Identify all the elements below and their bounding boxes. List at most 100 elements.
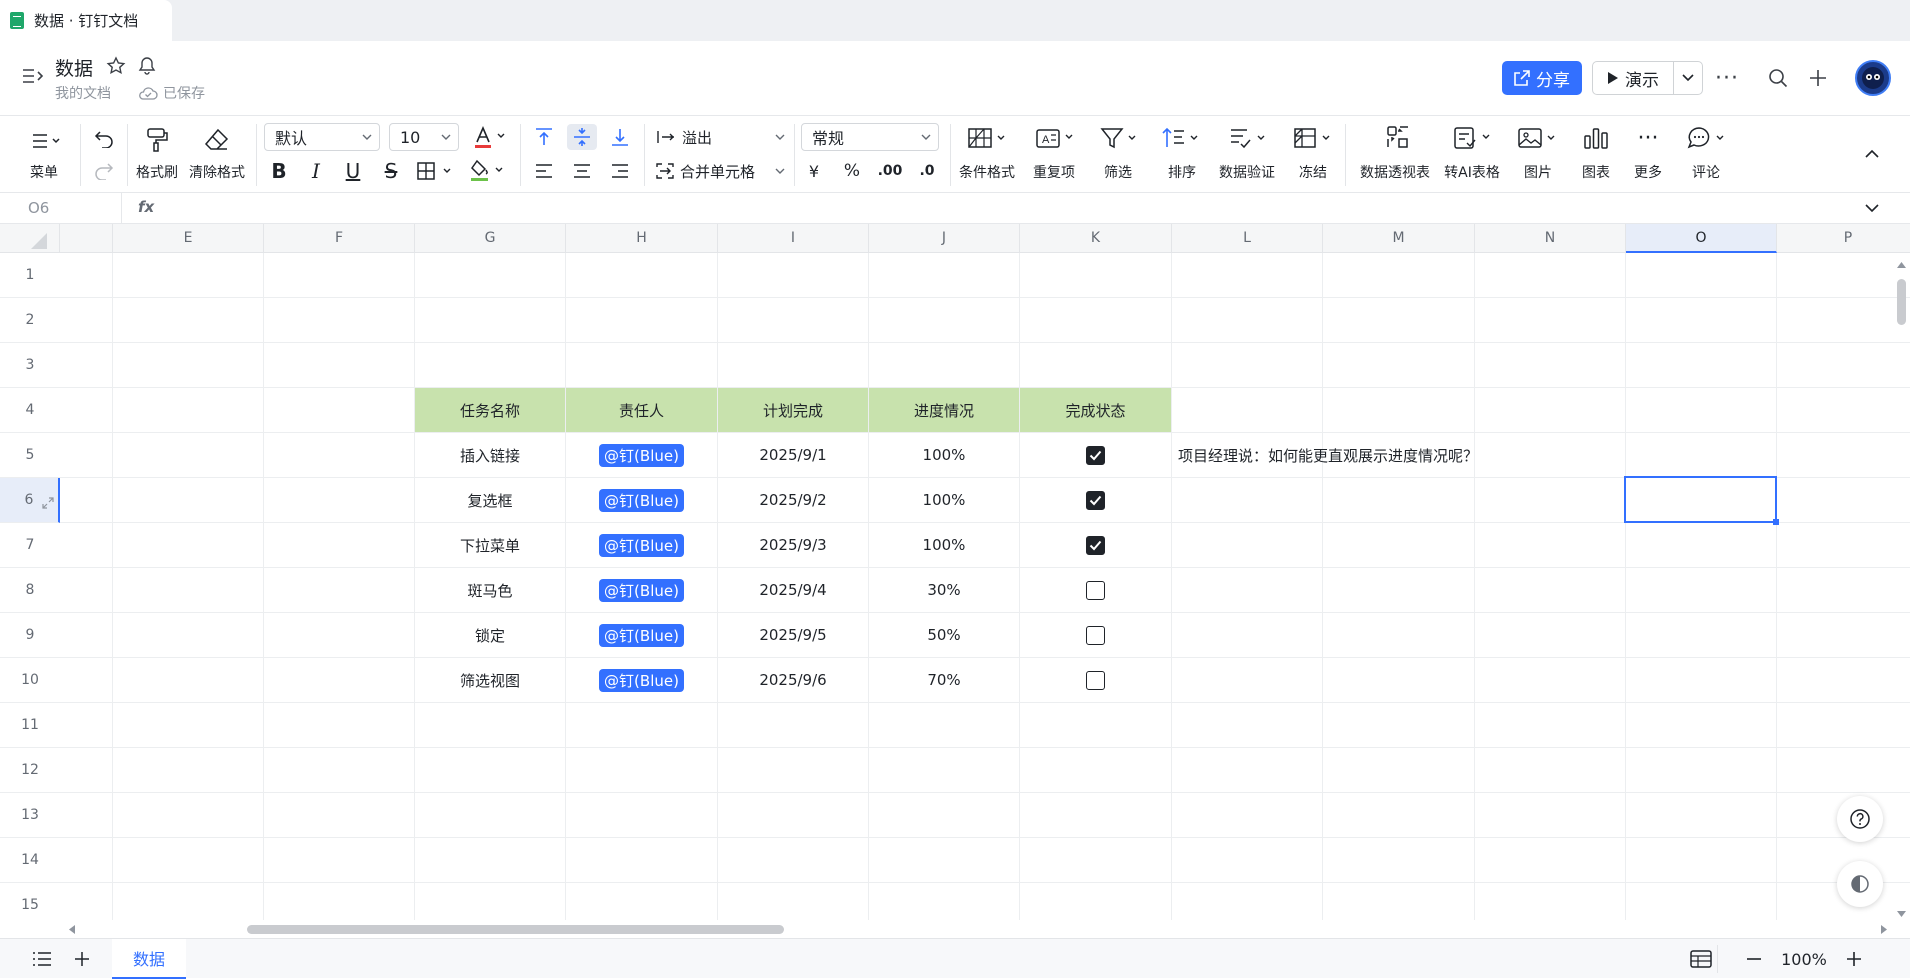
task-name-cell[interactable]: 锁定	[415, 613, 565, 657]
column-header-k[interactable]: K	[1020, 224, 1172, 253]
completion-checkbox[interactable]	[1086, 490, 1105, 510]
format-painter-icon[interactable]	[140, 126, 174, 154]
font-size-select[interactable]: 10	[389, 123, 459, 151]
column-header[interactable]	[60, 224, 113, 253]
more-tools-label[interactable]: 更多	[1628, 162, 1668, 182]
align-center-icon[interactable]	[568, 157, 596, 185]
avatar[interactable]	[1855, 60, 1891, 96]
column-header-m[interactable]: M	[1323, 224, 1475, 253]
row-header-11[interactable]: 11	[0, 703, 60, 748]
owner-cell[interactable]: @钉(Blue)	[566, 433, 717, 477]
bell-icon[interactable]	[135, 54, 159, 78]
add-sheet-icon[interactable]	[68, 947, 96, 971]
table-header-cell[interactable]: 责任人	[566, 388, 717, 432]
status-cell[interactable]	[1020, 478, 1171, 522]
row-header-4[interactable]: 4	[0, 388, 60, 433]
duplicates-label[interactable]: 重复项	[1029, 162, 1079, 182]
sheet-list-icon[interactable]	[28, 947, 56, 971]
italic-button[interactable]: I	[303, 157, 329, 185]
expand-row-icon[interactable]	[42, 494, 54, 513]
image-icon[interactable]	[1516, 124, 1560, 152]
decimal-decrease-button[interactable]: .0	[912, 157, 942, 185]
due-date-cell[interactable]: 2025/9/5	[718, 613, 868, 657]
column-header-n[interactable]: N	[1475, 224, 1626, 253]
freeze-label[interactable]: 冻结	[1293, 162, 1333, 182]
zoom-in-icon[interactable]	[1840, 947, 1868, 971]
row-header-13[interactable]: 13	[0, 793, 60, 838]
progress-cell[interactable]: 70%	[869, 658, 1019, 702]
align-middle-icon[interactable]	[567, 124, 597, 150]
sort-label[interactable]: 排序	[1162, 162, 1202, 182]
freeze-icon[interactable]	[1292, 124, 1336, 152]
fill-color-icon[interactable]	[466, 157, 510, 185]
vertical-scrollbar[interactable]	[1892, 253, 1910, 920]
owner-cell[interactable]: @钉(Blue)	[566, 523, 717, 567]
formula-input[interactable]	[170, 193, 1850, 223]
add-icon[interactable]	[1803, 63, 1833, 93]
row-header-14[interactable]: 14	[0, 838, 60, 883]
select-all-corner[interactable]	[0, 224, 60, 253]
comment-icon[interactable]	[1686, 124, 1730, 152]
row-header-10[interactable]: 10	[0, 658, 60, 703]
completion-checkbox[interactable]	[1086, 580, 1105, 600]
strikethrough-button[interactable]: S	[378, 157, 404, 185]
column-header-l[interactable]: L	[1172, 224, 1323, 253]
bold-button[interactable]: B	[266, 157, 292, 185]
completion-checkbox[interactable]	[1086, 625, 1105, 645]
conditional-format-label[interactable]: 条件格式	[955, 162, 1019, 182]
column-header-o[interactable]: O	[1626, 224, 1777, 253]
row-header-9[interactable]: 9	[0, 613, 60, 658]
chart-label[interactable]: 图表	[1576, 162, 1616, 182]
due-date-cell[interactable]: 2025/9/4	[718, 568, 868, 612]
mention-chip[interactable]: @钉(Blue)	[599, 443, 684, 467]
table-header-cell[interactable]: 计划完成	[718, 388, 868, 432]
progress-cell[interactable]: 50%	[869, 613, 1019, 657]
owner-cell[interactable]: @钉(Blue)	[566, 613, 717, 657]
share-button[interactable]: 分享	[1502, 61, 1582, 95]
align-top-icon[interactable]	[530, 124, 558, 150]
status-cell[interactable]	[1020, 613, 1171, 657]
mention-chip[interactable]: @钉(Blue)	[599, 578, 684, 602]
zoom-out-icon[interactable]	[1740, 947, 1768, 971]
due-date-cell[interactable]: 2025/9/1	[718, 433, 868, 477]
horizontal-scrollbar[interactable]	[60, 920, 1892, 938]
menu-icon[interactable]	[26, 128, 66, 154]
table-header-cell[interactable]: 完成状态	[1020, 388, 1171, 432]
mention-chip[interactable]: @钉(Blue)	[599, 623, 684, 647]
image-label[interactable]: 图片	[1518, 162, 1558, 182]
row-header-1[interactable]: 1	[0, 253, 60, 298]
column-header-g[interactable]: G	[415, 224, 566, 253]
column-header-e[interactable]: E	[113, 224, 264, 253]
due-date-cell[interactable]: 2025/9/2	[718, 478, 868, 522]
task-name-cell[interactable]: 下拉菜单	[415, 523, 565, 567]
task-name-cell[interactable]: 筛选视图	[415, 658, 565, 702]
doc-tab[interactable]: 数据 · 钉钉文档	[0, 0, 172, 41]
row-header-2[interactable]: 2	[0, 298, 60, 343]
sidebar-toggle-icon[interactable]	[20, 63, 46, 89]
column-header-p[interactable]: P	[1777, 224, 1910, 253]
vertical-scroll-thumb[interactable]	[1897, 279, 1906, 325]
progress-cell[interactable]: 100%	[869, 478, 1019, 522]
collapse-toolbar-icon[interactable]	[1858, 140, 1886, 168]
completion-checkbox[interactable]	[1086, 445, 1105, 465]
doc-title[interactable]: 数据	[55, 54, 93, 81]
status-cell[interactable]	[1020, 568, 1171, 612]
format-painter-label[interactable]: 格式刷	[133, 162, 181, 182]
filter-icon[interactable]	[1098, 124, 1142, 152]
redo-icon[interactable]	[91, 158, 117, 184]
row-header-7[interactable]: 7	[0, 523, 60, 568]
due-date-cell[interactable]: 2025/9/6	[718, 658, 868, 702]
merge-cells-select[interactable]: 合并单元格	[656, 158, 786, 184]
present-options-chevron-icon[interactable]	[1674, 74, 1702, 82]
row-header-8[interactable]: 8	[0, 568, 60, 613]
ai-table-icon[interactable]	[1450, 124, 1496, 152]
table-header-cell[interactable]: 任务名称	[415, 388, 565, 432]
present-button[interactable]: 演示	[1592, 61, 1703, 95]
doc-location[interactable]: 我的文档	[55, 83, 111, 103]
currency-button[interactable]: ¥	[800, 157, 828, 185]
duplicates-icon[interactable]: A	[1032, 124, 1078, 152]
completion-checkbox[interactable]	[1086, 535, 1105, 555]
text-overflow-select[interactable]: 溢出	[656, 124, 786, 150]
chart-icon[interactable]	[1580, 124, 1612, 152]
decimal-increase-button[interactable]: .00	[875, 157, 905, 185]
